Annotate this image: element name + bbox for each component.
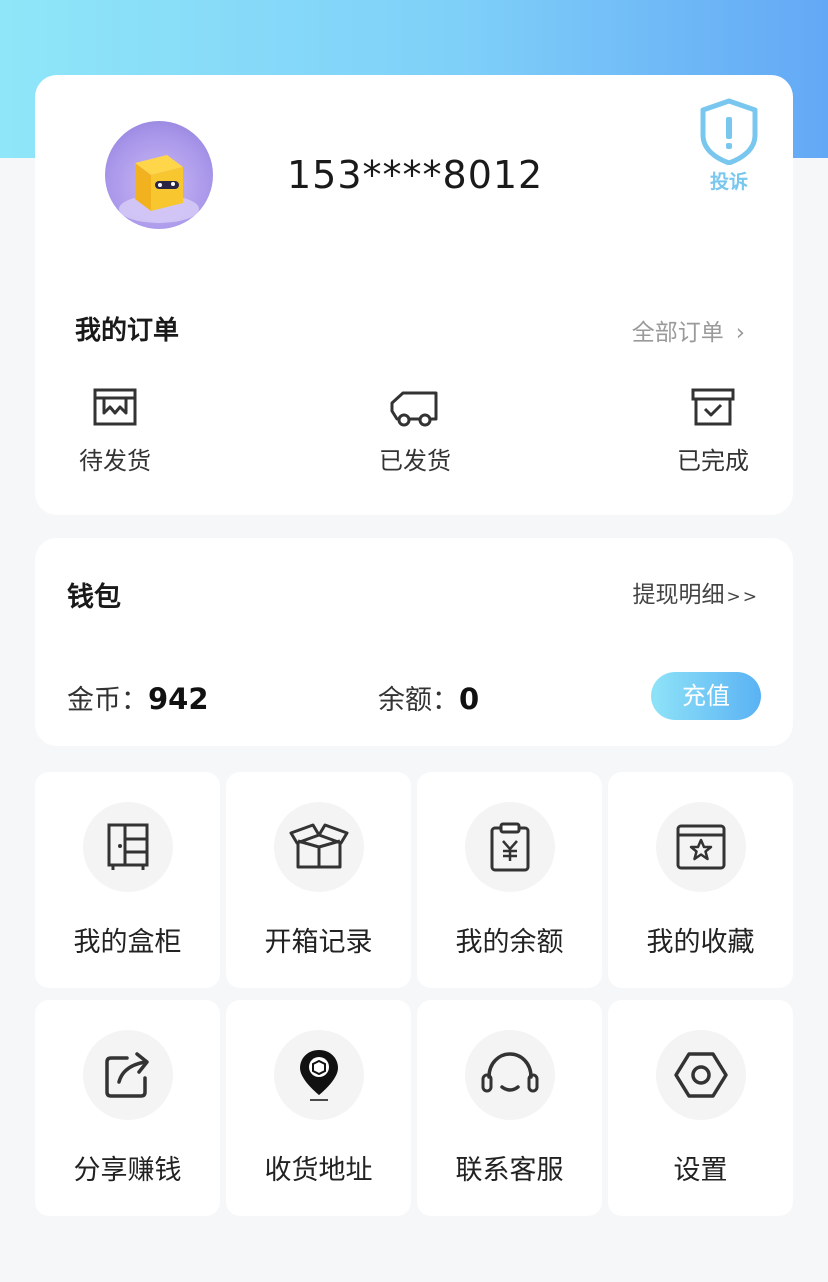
yuan-clipboard-icon [490, 822, 530, 872]
order-status-label: 已完成 [677, 447, 749, 475]
wallet-title: 钱包 [67, 582, 121, 613]
withdraw-detail-label: 提现明细 [632, 582, 725, 608]
order-status-label: 待发货 [79, 447, 151, 475]
headset-icon [481, 1052, 539, 1093]
completed-box-icon [691, 388, 735, 426]
menu-item-label: 收货地址 [264, 1155, 373, 1186]
location-pin-icon [300, 1050, 338, 1101]
menu-item-label: 我的收藏 [646, 927, 755, 958]
account-balance: 余额：0 [378, 678, 479, 717]
menu-item-label: 我的余额 [455, 927, 564, 958]
menu-item-settings[interactable]: 设置 [608, 1000, 793, 1216]
avatar-cube-icon [119, 155, 199, 223]
wallet-card: 钱包 提现明细 >> 金币：942 余额：0 充值 [35, 538, 793, 746]
coin-balance: 金币：942 [67, 678, 209, 717]
balance-value: 0 [459, 682, 480, 716]
order-status-label: 已发货 [379, 447, 451, 475]
menu-item-label: 开箱记录 [264, 927, 373, 958]
menu-item-cabinet[interactable]: 我的盒柜 [35, 772, 220, 988]
menu-item-share[interactable]: 分享赚钱 [35, 1000, 220, 1216]
menu-item-balance[interactable]: 我的余额 [417, 772, 602, 988]
menu-item-label: 联系客服 [455, 1155, 564, 1186]
order-status-shipped[interactable]: 已发货 [355, 387, 475, 476]
menu-item-address[interactable]: 收货地址 [226, 1000, 411, 1216]
open-box-icon [289, 823, 349, 869]
menu-item-open-records[interactable]: 开箱记录 [226, 772, 411, 988]
balance-label: 余额： [378, 685, 459, 716]
menu-item-label: 设置 [673, 1155, 728, 1186]
coin-label: 金币： [67, 685, 148, 716]
recharge-button[interactable]: 充值 [651, 672, 761, 720]
all-orders-link[interactable]: 全部订单 › [632, 313, 745, 347]
coin-value: 942 [148, 682, 209, 716]
chevron-right-icon: › [735, 320, 745, 346]
complain-label: 投诉 [709, 171, 748, 193]
pending-shipment-icon [93, 388, 137, 426]
share-icon [105, 1052, 149, 1098]
menu-item-label: 分享赚钱 [73, 1155, 182, 1186]
double-chevron-icon: >> [726, 587, 759, 607]
shield-alert-icon [700, 98, 758, 166]
user-phone: 153****8012 [287, 153, 544, 197]
menu-item-favorites[interactable]: 我的收藏 [608, 772, 793, 988]
cabinet-icon [107, 823, 149, 870]
complain-button[interactable]: 投诉 [697, 97, 761, 194]
avatar[interactable] [105, 121, 213, 229]
settings-hexagon-icon [674, 1052, 728, 1098]
star-box-icon [676, 824, 726, 870]
menu-item-customer-service[interactable]: 联系客服 [417, 1000, 602, 1216]
withdraw-detail-link[interactable]: 提现明细 >> [633, 575, 760, 609]
order-status-pending[interactable]: 待发货 [55, 387, 175, 476]
truck-icon [390, 391, 438, 427]
orders-title: 我的订单 [75, 316, 180, 346]
profile-card: 153****8012 投诉 我的订单 全部订单 › 待发货 已发货 已完成 [35, 75, 793, 515]
menu-grid: 我的盒柜 开箱记录 我的余额 我的收藏 分享赚钱 收货地址 联系客服 设置 [35, 772, 793, 1217]
menu-item-label: 我的盒柜 [73, 927, 182, 958]
all-orders-label: 全部订单 [631, 320, 724, 346]
order-status-completed[interactable]: 已完成 [653, 387, 773, 476]
